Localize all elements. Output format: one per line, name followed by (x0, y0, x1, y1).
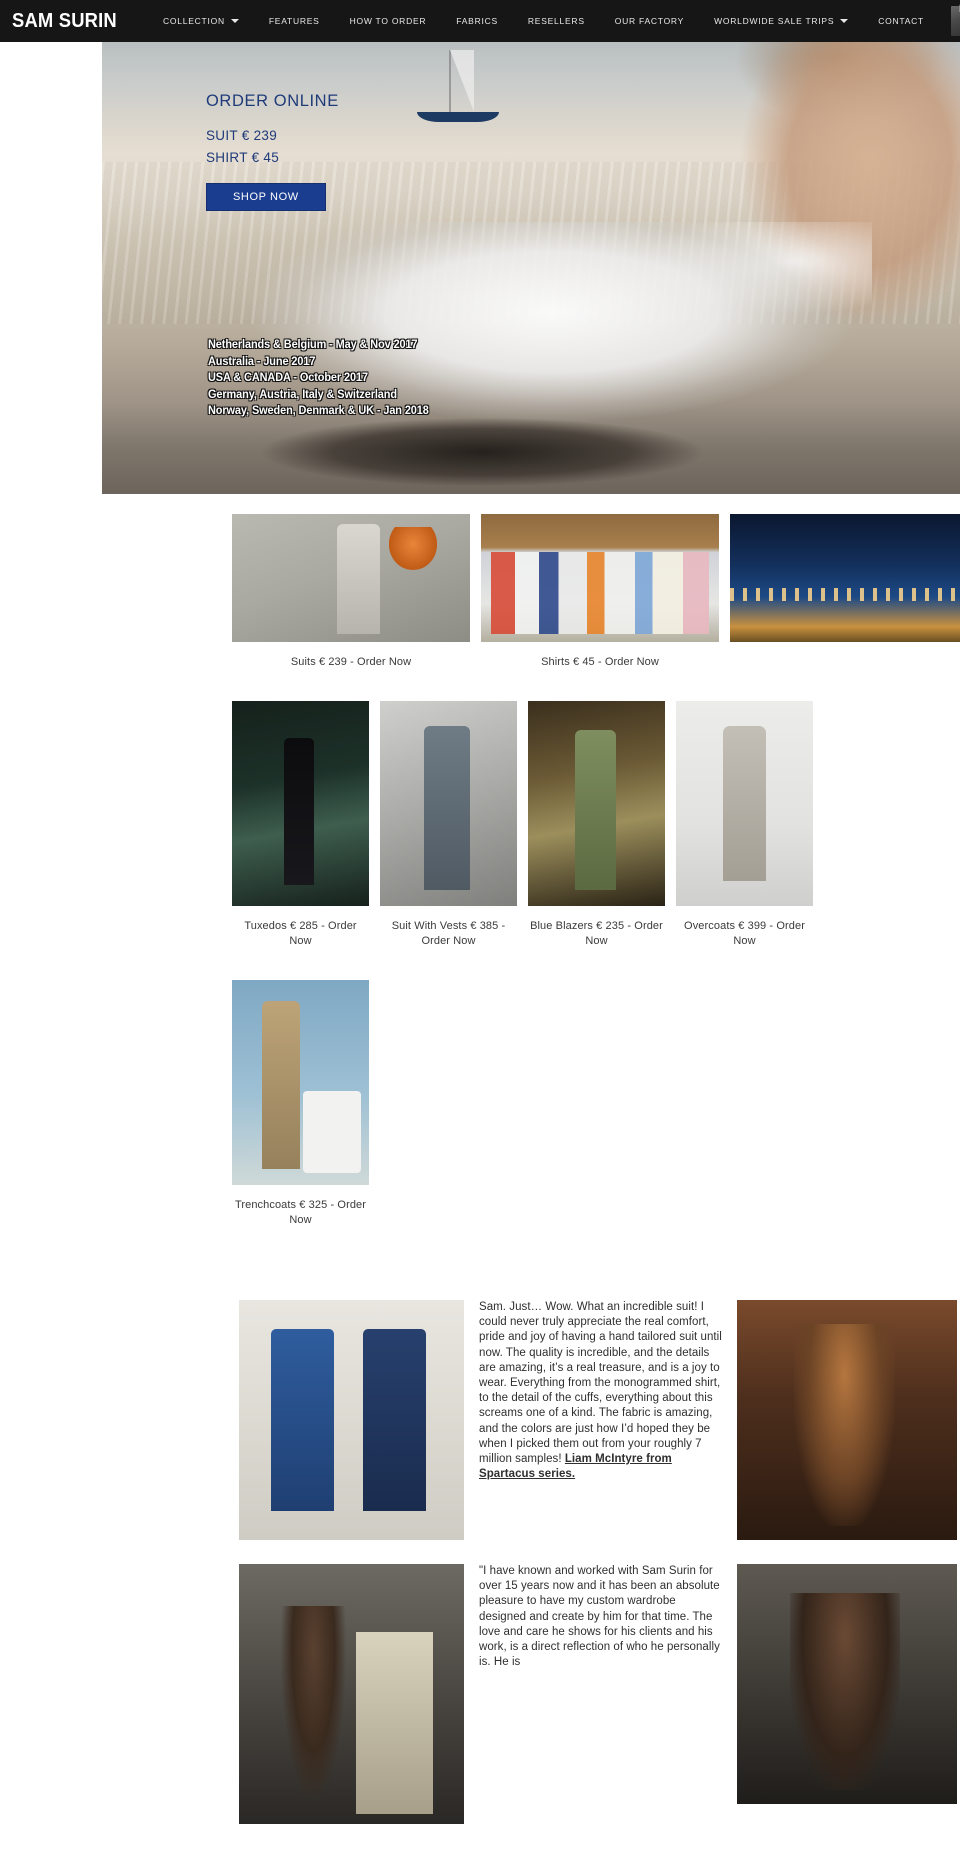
sale-trip-line: Australia - June 2017 (208, 355, 316, 368)
testimonial-body: Sam. Just… Wow. What an incredible suit!… (479, 1300, 722, 1540)
product-row-3: Trenchcoats € 325 - Order Now (232, 980, 960, 1228)
nav-item-features[interactable]: FEATURES (254, 16, 335, 26)
product-card-partial[interactable] (730, 514, 960, 670)
hero-price-suit: SUIT € 239 (206, 128, 278, 143)
testimonial-body: "I have known and worked with Sam Surin … (479, 1564, 722, 1824)
product-card-tuxedos[interactable]: Tuxedos € 285 - Order Now (232, 701, 369, 949)
nav-item-contact[interactable]: CONTACT (863, 16, 939, 26)
testimonial-quote: Sam. Just… Wow. What an incredible suit!… (479, 1301, 722, 1466)
product-row-1: Suits € 239 - Order Now Shirts € 45 - Or… (232, 514, 960, 670)
testimonial-side-image (737, 1300, 957, 1540)
hull-shape (417, 112, 499, 122)
product-caption[interactable]: Tuxedos € 285 - Order Now (232, 919, 369, 949)
product-thumbnail[interactable] (232, 701, 369, 906)
sale-trip-line: Netherlands & Belgium - May & Nov 2017 (208, 339, 418, 351)
nav-label: RESELLERS (527, 16, 585, 26)
hero-price-shirt: SHIRT € 45 (206, 150, 280, 165)
product-caption[interactable]: Suit With Vests € 385 - Order Now (380, 919, 517, 949)
nav-label: OUR FACTORY (614, 16, 685, 26)
sale-trip-line: Norway, Sweden, Denmark & UK - Jan 2018 (208, 405, 429, 417)
product-thumbnail[interactable] (380, 701, 517, 906)
nav-label: WORLDWIDE SALE TRIPS (714, 16, 835, 26)
testimonial-quote: "I have known and worked with Sam Surin … (479, 1565, 720, 1669)
shop-now-button[interactable]: SHOP NOW (206, 183, 326, 211)
chevron-down-icon (230, 19, 239, 23)
product-caption[interactable]: Suits € 239 - Order Now (232, 655, 470, 670)
product-card-trenchcoats[interactable]: Trenchcoats € 325 - Order Now (232, 980, 369, 1228)
product-caption[interactable]: Trenchcoats € 325 - Order Now (232, 1198, 369, 1228)
nav-label: FABRICS (456, 16, 498, 26)
nav-item-resellers[interactable]: RESELLERS (513, 16, 600, 26)
nav-label: HOW TO ORDER (349, 16, 427, 26)
product-card-blue-blazers[interactable]: Blue Blazers € 235 - Order Now (528, 701, 665, 949)
main-navigation: COLLECTION FEATURES HOW TO ORDER FABRICS… (148, 2, 960, 36)
product-card-suits[interactable]: Suits € 239 - Order Now (232, 514, 470, 670)
product-thumbnail[interactable] (528, 701, 665, 906)
product-card-shirts[interactable]: Shirts € 45 - Order Now (481, 514, 719, 670)
shopping-bag-icon[interactable] (950, 2, 960, 36)
site-logo[interactable]: SAM SURIN (12, 10, 117, 33)
product-caption[interactable]: Overcoats € 399 - Order Now (676, 919, 813, 949)
product-row-2: Tuxedos € 285 - Order Now Suit With Vest… (232, 701, 960, 949)
nav-item-fabrics[interactable]: FABRICS (441, 16, 513, 26)
testimonials-section: Sam. Just… Wow. What an incredible suit!… (0, 1300, 960, 1824)
product-thumbnail[interactable] (232, 980, 369, 1185)
product-thumbnail[interactable] (481, 514, 719, 642)
product-thumbnail[interactable] (232, 514, 470, 642)
hero-title: ORDER ONLINE (206, 92, 339, 110)
testimonial-photo (239, 1300, 464, 1540)
sail-shape (445, 50, 474, 112)
chevron-down-icon (840, 19, 849, 23)
product-caption[interactable]: Shirts € 45 - Order Now (481, 655, 719, 670)
sailboat-graphic (397, 50, 517, 132)
nav-item-worldwide-sale-trips[interactable]: WORLDWIDE SALE TRIPS (699, 16, 863, 26)
testimonial-photo (239, 1564, 464, 1824)
nav-label: CONTACT (878, 16, 924, 26)
product-card-overcoats[interactable]: Overcoats € 399 - Order Now (676, 701, 813, 949)
hero-copy: ORDER ONLINE SUIT € 239 SHIRT € 45 SHOP … (206, 92, 339, 211)
testimonial-side-image (737, 1564, 957, 1804)
nav-item-collection[interactable]: COLLECTION (148, 16, 254, 26)
nav-label: FEATURES (268, 16, 320, 26)
product-thumbnail[interactable] (730, 514, 960, 642)
nav-item-our-factory[interactable]: OUR FACTORY (600, 16, 699, 26)
product-grid: Suits € 239 - Order Now Shirts € 45 - Or… (0, 494, 960, 1228)
sale-trip-line: USA & CANADA - October 2017 (208, 372, 368, 384)
testimonial-item: Sam. Just… Wow. What an incredible suit!… (239, 1300, 960, 1540)
hero-banner: ORDER ONLINE SUIT € 239 SHIRT € 45 SHOP … (102, 42, 960, 494)
sale-trip-line: Germany, Austria, Italy & Switzerland (208, 388, 397, 401)
dark-foreground-region (222, 412, 742, 492)
testimonial-item: "I have known and worked with Sam Surin … (239, 1564, 960, 1824)
nav-label: COLLECTION (163, 16, 225, 26)
sale-trips-list: Netherlands & Belgium - May & Nov 2017 A… (208, 337, 440, 420)
nav-item-how-to-order[interactable]: HOW TO ORDER (335, 16, 442, 26)
product-card-suit-with-vests[interactable]: Suit With Vests € 385 - Order Now (380, 701, 517, 949)
site-header: SAM SURIN COLLECTION FEATURES HOW TO ORD… (0, 0, 960, 42)
product-caption[interactable]: Blue Blazers € 235 - Order Now (528, 919, 665, 949)
product-thumbnail[interactable] (676, 701, 813, 906)
